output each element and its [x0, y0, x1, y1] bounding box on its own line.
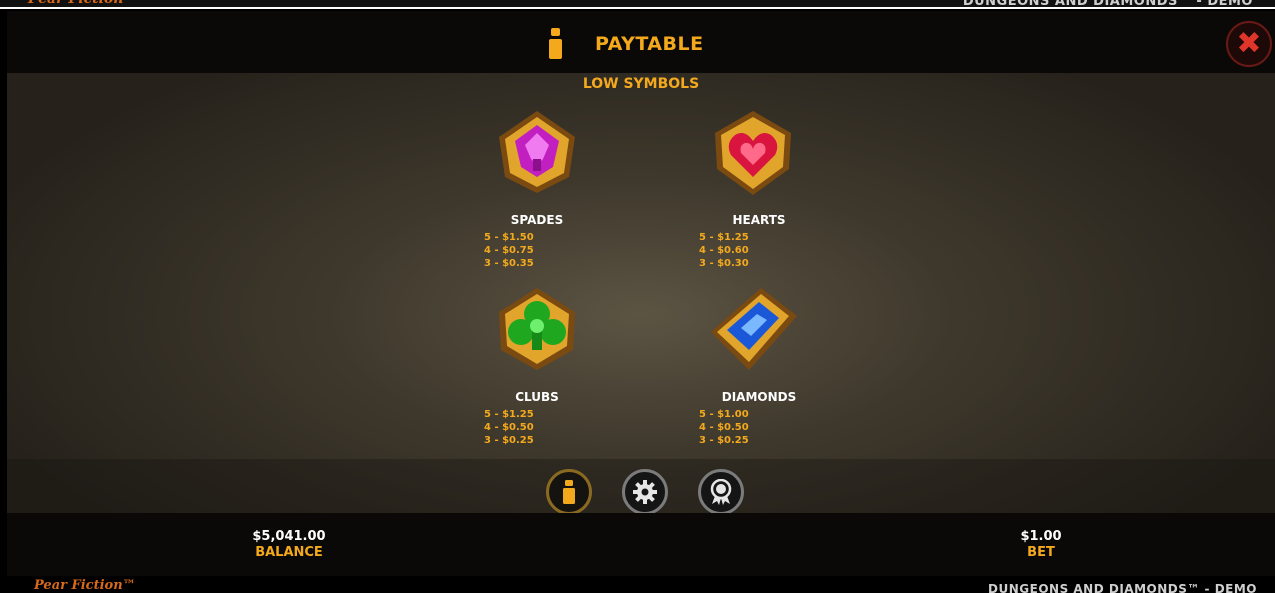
paytable-button[interactable] [546, 469, 592, 515]
payout-list: 5 - $1.50 4 - $0.75 3 - $0.35 [484, 231, 534, 270]
info-icon [547, 28, 565, 60]
info-icon [563, 480, 575, 504]
payout-list: 5 - $1.25 4 - $0.60 3 - $0.30 [699, 231, 749, 270]
payout-3: 3 - $0.30 [699, 258, 749, 269]
top-strip: Pear Fiction™ DUNGEONS AND DIAMONDS™ - D… [0, 0, 1275, 9]
payout-3: 3 - $0.25 [484, 435, 534, 446]
settings-button[interactable] [622, 469, 668, 515]
gear-icon [633, 480, 657, 504]
spades-gem-icon [499, 111, 575, 193]
symbol-name: DIAMONDS [721, 390, 797, 404]
menu-button-bar [7, 459, 1275, 515]
payout-4: 4 - $0.50 [484, 422, 534, 433]
payout-list: 5 - $1.00 4 - $0.50 3 - $0.25 [699, 408, 749, 447]
payout-3: 3 - $0.35 [484, 258, 534, 269]
payout-4: 4 - $0.60 [699, 245, 749, 256]
bet-label: BET [1027, 545, 1055, 560]
symbol-spades: SPADES 5 - $1.50 4 - $0.75 3 - $0.35 [484, 107, 704, 277]
symbol-hearts: HEARTS 5 - $1.25 4 - $0.60 3 - $0.30 [699, 107, 919, 277]
paytable-panel: LOW SYMBOLS SPADES 5 - $1.50 4 - $0.75 3… [7, 73, 1275, 515]
balance-label: BALANCE [255, 545, 323, 560]
close-icon: ✖ [1236, 26, 1262, 61]
history-button[interactable] [698, 469, 744, 515]
symbol-name: SPADES [510, 213, 564, 227]
balance-value: $5,041.00 [252, 529, 326, 544]
game-title: DUNGEONS AND DIAMONDS™ - DEMO [988, 582, 1257, 593]
payout-4: 4 - $0.75 [484, 245, 534, 256]
symbol-diamonds: DIAMONDS 5 - $1.00 4 - $0.50 3 - $0.25 [699, 284, 919, 454]
symbol-name: CLUBS [515, 390, 559, 404]
payout-list: 5 - $1.25 4 - $0.50 3 - $0.25 [484, 408, 534, 447]
payout-5: 5 - $1.25 [699, 232, 749, 243]
diamonds-gem-icon [711, 288, 797, 370]
symbol-name: HEARTS [732, 213, 786, 227]
symbol-clubs: CLUBS 5 - $1.25 4 - $0.50 3 - $0.25 [484, 284, 704, 454]
history-icon [710, 479, 732, 505]
section-title: LOW SYMBOLS [582, 76, 700, 92]
payout-5: 5 - $1.00 [699, 409, 749, 420]
brand-logo: Pear Fiction™ [34, 578, 136, 593]
bet-value: $1.00 [1020, 529, 1062, 544]
hearts-gem-icon [715, 111, 791, 195]
payout-4: 4 - $0.50 [699, 422, 749, 433]
close-button[interactable]: ✖ [1226, 21, 1272, 67]
header-title-group: PAYTABLE [547, 28, 704, 60]
payout-5: 5 - $1.50 [484, 232, 534, 243]
footer-bar: $5,041.00 BALANCE $1.00 BET [7, 513, 1275, 576]
bottom-strip: Pear Fiction™ DUNGEONS AND DIAMONDS™ - D… [0, 576, 1275, 593]
game-frame: PAYTABLE ✖ LOW SYMBOLS SPADES 5 - $1.50 … [7, 11, 1275, 576]
paytable-header: PAYTABLE ✖ [7, 11, 1275, 73]
clubs-gem-icon [499, 288, 575, 370]
game-title: DUNGEONS AND DIAMONDS™ - DEMO [962, 0, 1253, 9]
page-title: PAYTABLE [595, 33, 704, 55]
brand-logo: Pear Fiction™ [28, 0, 137, 7]
payout-3: 3 - $0.25 [699, 435, 749, 446]
payout-5: 5 - $1.25 [484, 409, 534, 420]
